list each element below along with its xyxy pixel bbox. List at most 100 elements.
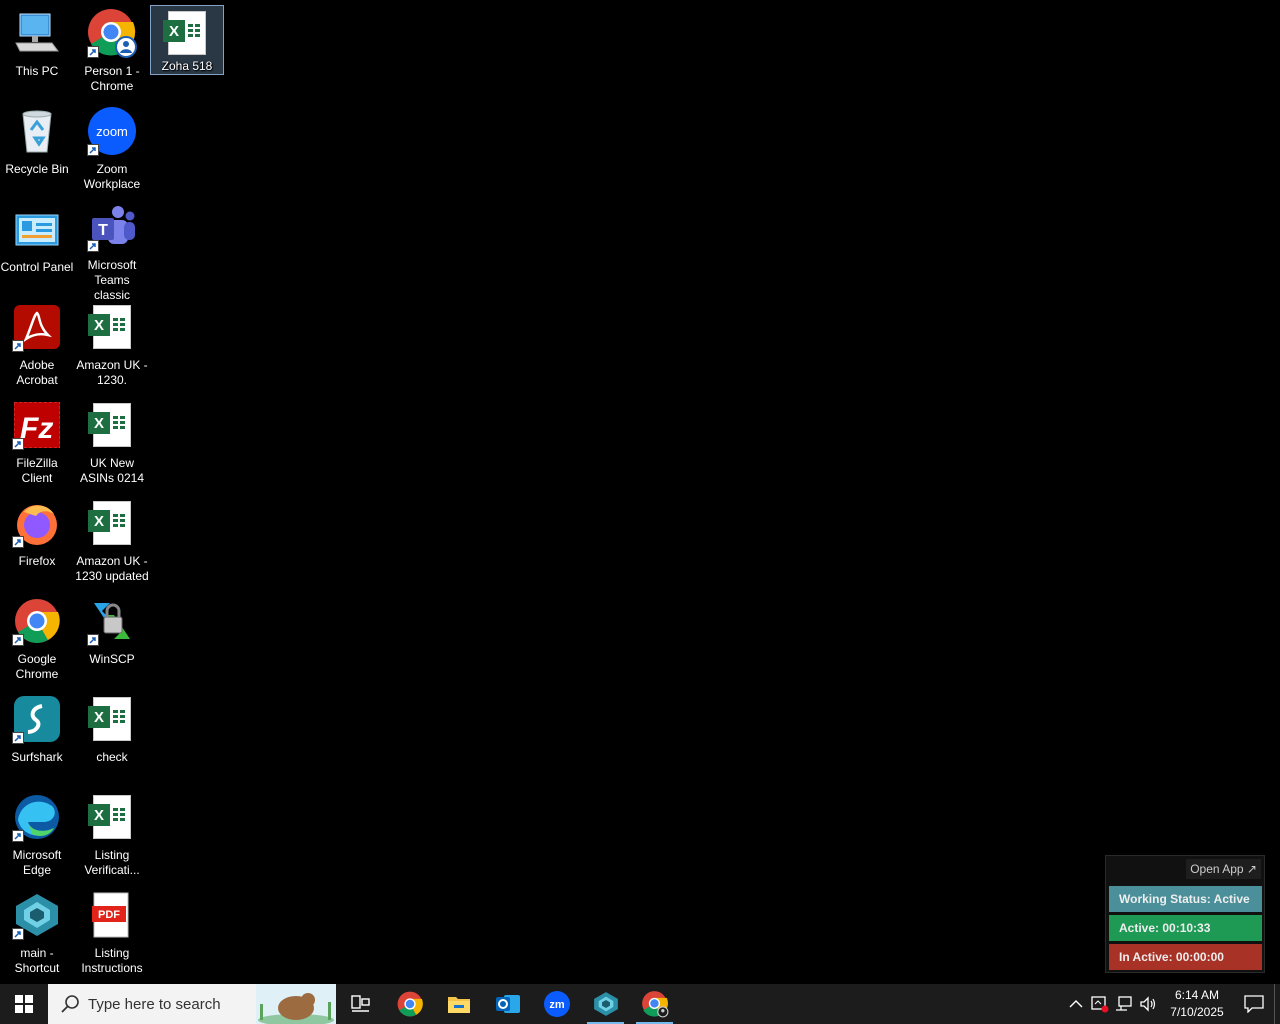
desktop-icon-check[interactable]: X check [75,690,149,786]
shortcut-arrow-icon [87,144,99,156]
active-time-bar: Active: 00:10:33 [1109,915,1262,941]
desktop: This PC Recycle Bin Control Panel Adobe … [0,0,1280,984]
taskbar-search-box[interactable]: Type here to search [48,984,336,1024]
clock-time: 6:14 AM [1174,988,1220,1002]
desktop-icon-label: Google Chrome [15,652,59,681]
desktop-icon-firefox[interactable]: Firefox [0,494,74,590]
shortcut-arrow-icon [87,634,99,646]
recycle-bin-icon [12,106,62,156]
desktop-icon-label: Amazon UK - 1230 updated [75,554,149,583]
task-view-icon [350,995,370,1012]
desktop-icon-label: Surfshark [11,750,63,764]
desktop-icon-uk-new-asins[interactable]: X UK New ASINs 0214 [75,396,149,492]
desktop-icon-person1-chrome[interactable]: Person 1 - Chrome [75,4,149,100]
search-placeholder: Type here to search [88,995,221,1013]
desktop-icon-label: Firefox [18,554,56,568]
desktop-icon-main-shortcut[interactable]: main - Shortcut [0,886,74,982]
excel-file-icon: X [87,400,137,450]
svg-text:Fz: Fz [20,412,53,445]
desktop-icon-listing-instructions[interactable]: PDF Listing Instructions [75,886,149,982]
excel-file-icon: X [162,10,212,56]
excel-file-icon: X [87,694,137,744]
desktop-icon-label: Adobe Acrobat [16,358,58,387]
desktop-icon-label: Control Panel [0,260,74,274]
taskbar: Type here to search zm 6:14 AM 7/10/2025 [0,984,1280,1024]
action-center-button[interactable] [1234,984,1274,1024]
outlook-icon [495,995,520,1013]
desktop-icon-label: WinSCP [89,652,135,666]
excel-file-icon: X [87,302,137,352]
open-app-button[interactable]: Open App ↗ [1186,859,1261,879]
shortcut-arrow-icon [12,830,24,842]
show-desktop-button[interactable] [1274,984,1280,1024]
search-highlight-icon [256,984,336,1024]
desktop-icon-label: Recycle Bin [5,162,69,176]
network-icon [1116,996,1132,1011]
desktop-icon-label: Listing Instructions [81,946,143,975]
volume-button[interactable] [1136,984,1160,1024]
clock-date: 7/10/2025 [1170,1005,1224,1019]
show-hidden-icons-button[interactable] [1064,984,1088,1024]
desktop-icon-listing-verification[interactable]: X Listing Verificati... [75,788,149,884]
speaker-icon [1140,996,1156,1012]
desktop-icon-this-pc[interactable]: This PC [0,4,74,100]
svg-text:T: T [98,222,108,239]
edge-icon [12,792,62,842]
chrome-icon [12,596,62,646]
system-tray: 6:14 AM 7/10/2025 [1064,984,1280,1024]
shortcut-arrow-icon [87,46,99,58]
desktop-icon-amazon-uk-1230[interactable]: X Amazon UK - 1230. [75,298,149,394]
desktop-icon-surfshark[interactable]: Surfshark [0,690,74,786]
desktop-icon-microsoft-edge[interactable]: Microsoft Edge [0,788,74,884]
desktop-icon-amazon-uk-updated[interactable]: X Amazon UK - 1230 updated [75,494,149,590]
desktop-icon-label: Microsoft Edge [12,848,62,877]
task-view-button[interactable] [336,984,385,1024]
tracker-tray-icon [1091,996,1109,1013]
network-button[interactable] [1112,984,1136,1024]
desktop-icon-label: UK New ASINs 0214 [79,456,145,485]
search-icon [61,995,79,1013]
shortcut-arrow-icon [12,928,24,940]
desktop-icon-label: check [96,750,128,764]
desktop-icon-label: This PC [15,64,59,78]
start-button[interactable] [0,984,48,1024]
desktop-icon-recycle-bin[interactable]: Recycle Bin [0,102,74,198]
desktop-icon-winscp[interactable]: WinSCP [75,592,149,688]
desktop-icon-adobe-acrobat[interactable]: Adobe Acrobat [0,298,74,394]
file-explorer-icon [447,997,470,1013]
desktop-icon-control-panel[interactable]: Control Panel [0,200,74,296]
chrome-profile-icon [641,991,668,1018]
taskbar-chrome[interactable] [385,984,434,1024]
desktop-icon-label: Microsoft Teams classic [87,258,137,302]
desktop-icon-label: FileZilla Client [16,456,58,485]
taskbar-zoom[interactable]: zm [532,984,581,1024]
shortcut-arrow-icon [12,340,24,352]
firefox-icon [12,498,62,548]
desktop-icon-label: main - Shortcut [14,946,60,975]
desktop-icon-label: Zoha 518 [161,59,213,73]
surfshark-icon [12,694,62,744]
desktop-icon-zoha-518[interactable]: X Zoha 518 [150,5,224,75]
desktop-icon-zoom-workplace[interactable]: zoom Zoom Workplace [75,102,149,198]
taskbar-chrome-profile[interactable] [630,984,679,1024]
chrome-profile-icon [87,8,137,58]
time-tracker-widget: Open App ↗ Working Status: Active Active… [1105,855,1265,973]
desktop-icon-label: Zoom Workplace [83,162,141,191]
shortcut-arrow-icon [12,536,24,548]
desktop-icon-label: Amazon UK - 1230. [76,358,148,387]
excel-file-icon: X [87,498,137,548]
svg-text:zoom: zoom [96,124,128,139]
tray-app-button[interactable] [1088,984,1112,1024]
taskbar-file-explorer[interactable] [434,984,483,1024]
desktop-icon-label: Person 1 - Chrome [84,64,140,93]
desktop-icon-filezilla[interactable]: Fz FileZilla Client [0,396,74,492]
shortcut-arrow-icon [12,438,24,450]
desktop-icon-teams[interactable]: T Microsoft Teams classic [75,200,149,302]
desktop-icon-google-chrome[interactable]: Google Chrome [0,592,74,688]
control-panel-icon [12,204,62,254]
taskbar-clock[interactable]: 6:14 AM 7/10/2025 [1160,987,1234,1021]
windows-logo-icon [15,995,33,1013]
notification-icon [1244,995,1264,1013]
taskbar-main-app[interactable] [581,984,630,1024]
taskbar-outlook[interactable] [483,984,532,1024]
